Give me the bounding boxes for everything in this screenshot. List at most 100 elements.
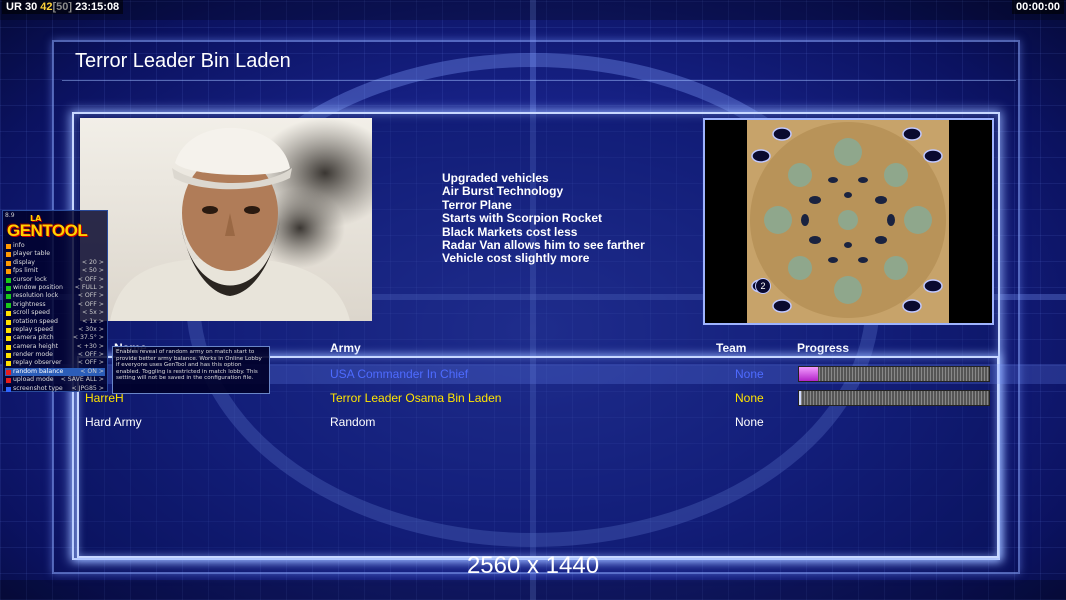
gentool-option-value[interactable]: < 1x > — [82, 318, 104, 326]
gentool-version: 8.9 — [5, 212, 15, 219]
gentool-option-color-icon — [6, 311, 11, 317]
gentool-option-label: screenshot type — [13, 384, 63, 392]
game-timer: 00:00:00 — [1011, 0, 1064, 14]
gentool-option-label: camera height — [13, 342, 59, 350]
gentool-option-color-icon — [6, 294, 11, 300]
gentool-option-color-icon — [6, 260, 11, 266]
gentool-option[interactable]: camera pitch < 37.5° > — [5, 334, 105, 342]
gentool-option-value[interactable]: < 50 > — [82, 267, 104, 275]
gentool-menu[interactable]: 8.9 LA GENTOOL info player table display < … — [2, 210, 108, 392]
gentool-option-value[interactable]: < OFF > — [78, 301, 104, 309]
gentool-option[interactable]: replay observer < OFF > — [5, 359, 105, 367]
status-clock: 23:15:08 — [75, 1, 120, 13]
gentool-option[interactable]: display < 20 > — [5, 259, 105, 267]
page-title: Terror Leader Bin Laden — [75, 50, 291, 72]
player-team: None — [735, 415, 764, 429]
gentool-option-color-icon — [6, 327, 11, 333]
gentool-option-color-icon — [6, 302, 11, 308]
progress-fill — [799, 367, 818, 381]
column-header-army: Army — [330, 341, 361, 355]
status-fps: 30 — [24, 1, 38, 13]
gentool-option-color-icon — [6, 269, 11, 275]
gentool-option-label: brightness — [13, 300, 46, 308]
feature-item: Upgraded vehicles — [442, 171, 549, 185]
player-row[interactable]: Hard Army Random None — [0, 412, 1066, 432]
gentool-option-value[interactable]: < 5x > — [82, 309, 104, 317]
gentool-option[interactable]: rotation speed < 1x > — [5, 318, 105, 326]
gentool-option-label: window position — [13, 283, 63, 291]
general-portrait — [80, 118, 372, 321]
feature-item: Starts with Scorpion Rocket — [442, 211, 603, 226]
gentool-option-label: scroll speed — [13, 309, 50, 317]
gentool-option[interactable]: scroll speed < 5x > — [5, 309, 105, 317]
gentool-option-value[interactable]: < OFF > — [78, 359, 104, 367]
gentool-option[interactable]: render mode < OFF > — [5, 351, 105, 359]
gentool-option-color-icon — [6, 252, 11, 258]
status-fps-limit: [50] — [52, 1, 73, 13]
gentool-option-color-icon — [6, 336, 11, 342]
gentool-option-value[interactable]: < SAVE ALL > — [61, 376, 104, 384]
gentool-option-label: resolution lock — [13, 292, 59, 300]
gentool-option-value[interactable]: < 20 > — [82, 259, 104, 267]
gentool-option-value[interactable]: < OFF > — [78, 351, 104, 359]
gentool-option[interactable]: resolution lock < OFF > — [5, 292, 105, 300]
status-fps-target: 42 — [40, 1, 53, 13]
player-army: USA Commander In Chief — [330, 367, 469, 381]
player-team: None — [735, 367, 764, 381]
gentool-option-label: player table — [13, 250, 51, 258]
gentool-option[interactable]: brightness < OFF > — [5, 301, 105, 309]
general-features: Upgraded vehicles Air Burst Technology T… — [442, 171, 645, 266]
gentool-option-value[interactable]: < JPG85 > — [71, 385, 104, 393]
gentool-option[interactable]: info — [5, 242, 105, 250]
gentool-option[interactable]: screenshot type < JPG85 > — [5, 385, 105, 393]
feature-item: Air Burst Technology — [442, 184, 564, 199]
gentool-option-label: upload mode — [13, 376, 54, 384]
resolution-label: 2560 x 1440 — [466, 552, 600, 579]
gentool-logo: GENTOOL — [7, 221, 88, 240]
feature-item: Black Markets cost less — [442, 224, 578, 239]
gentool-option-label: replay speed — [13, 325, 53, 333]
player-progress-bar — [798, 390, 990, 406]
gentool-option[interactable]: random balance < ON > — [5, 367, 105, 377]
column-header-team: Team — [716, 341, 747, 355]
gentool-option-color-icon — [6, 319, 11, 325]
gentool-option-label: rotation speed — [13, 317, 58, 325]
gentool-option-color-icon — [6, 285, 11, 291]
gentool-option-label: display — [13, 258, 35, 266]
map-start-position[interactable]: 2 — [755, 278, 771, 294]
player-name: Hard Army — [85, 415, 142, 429]
player-army: Terror Leader Osama Bin Laden — [330, 391, 502, 405]
gentool-option-label: cursor lock — [13, 275, 47, 283]
gentool-option-color-icon — [6, 361, 11, 367]
title-divider — [62, 80, 1016, 81]
gentool-option-value[interactable]: < OFF > — [78, 292, 104, 300]
gentool-option-color-icon — [6, 369, 11, 375]
gentool-option-value[interactable]: < FULL > — [75, 284, 104, 292]
gentool-option-label: replay observer — [13, 359, 62, 367]
gentool-option-color-icon — [6, 378, 11, 384]
player-progress-bar — [798, 366, 990, 382]
player-army: Random — [330, 415, 376, 429]
gentool-options: info player table display < 20 > fps limit < … — [5, 242, 105, 393]
gentool-option[interactable]: player table — [5, 250, 105, 258]
gentool-option-label: fps limit — [13, 267, 38, 275]
gentool-option[interactable]: fps limit < 50 > — [5, 267, 105, 275]
gentool-option-label: render mode — [13, 351, 53, 359]
gentool-option[interactable]: camera height < +30 > — [5, 343, 105, 351]
gentool-tooltip: Enables reveal of random army on match s… — [112, 346, 270, 394]
player-team: None — [735, 391, 764, 405]
gentool-option-value[interactable]: < OFF > — [78, 276, 104, 284]
status-ur: UR — [6, 1, 22, 13]
gentool-option-color-icon — [6, 244, 11, 249]
gentool-option[interactable]: upload mode < SAVE ALL > — [5, 376, 105, 384]
gentool-option-value[interactable]: < 37.5° > — [73, 334, 104, 342]
gentool-option-value[interactable]: < +30 > — [77, 343, 104, 351]
gentool-option-value[interactable]: < ON > — [80, 368, 104, 376]
gentool-option[interactable]: cursor lock < OFF > — [5, 276, 105, 284]
gentool-option-label: random balance — [13, 367, 64, 375]
feature-item: Vehicle cost slightly more — [442, 251, 590, 266]
gentool-option[interactable]: window position < FULL > — [5, 284, 105, 292]
gentool-option-color-icon — [6, 386, 11, 392]
progress-fill — [799, 391, 801, 405]
feature-item: Radar Van allows him to see farther — [442, 238, 645, 253]
